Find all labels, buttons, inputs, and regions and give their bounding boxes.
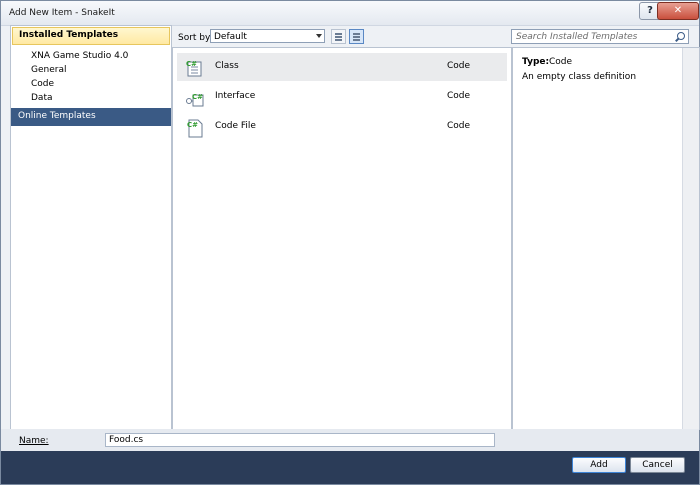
- sort-by-dropdown[interactable]: Default: [210, 29, 325, 43]
- svg-text:C#: C#: [192, 93, 203, 101]
- type-label: Type:: [522, 57, 550, 67]
- add-new-item-dialog: Add New Item - SnakeIt ? ✕ Installed Tem…: [0, 0, 700, 485]
- tree-item-data[interactable]: Data: [31, 92, 53, 105]
- template-language: Code: [447, 91, 471, 101]
- tree-item-code[interactable]: Code: [31, 78, 54, 91]
- csharp-class-icon: C#: [186, 60, 202, 77]
- type-value: Code: [549, 57, 573, 67]
- installed-templates-header[interactable]: Installed Templates: [12, 27, 170, 45]
- template-list: C# Class Code C# Interface Code C# Code …: [172, 47, 512, 430]
- template-language: Code: [447, 61, 471, 71]
- csharp-file-icon: C#: [187, 119, 203, 138]
- svg-text:C#: C#: [187, 121, 198, 129]
- template-name: Interface: [215, 91, 256, 101]
- template-description: An empty class definition: [522, 72, 637, 82]
- template-name: Code File: [215, 121, 256, 131]
- template-language: Code: [447, 121, 471, 131]
- sort-by-value: Default: [214, 32, 247, 42]
- search-input[interactable]: Search Installed Templates: [511, 29, 689, 44]
- online-templates-item[interactable]: Online Templates: [11, 108, 171, 126]
- chevron-down-icon: [316, 34, 322, 38]
- template-row-interface[interactable]: C# Interface Code: [177, 83, 507, 111]
- sort-by-label: Sort by:: [178, 33, 213, 43]
- window-title: Add New Item - SnakeIt: [9, 8, 115, 18]
- template-row-class[interactable]: C# Class Code: [177, 53, 507, 81]
- tree-item-general[interactable]: General: [31, 64, 66, 77]
- tree-item-xna[interactable]: XNA Game Studio 4.0: [31, 50, 128, 63]
- cancel-button[interactable]: Cancel: [630, 457, 685, 473]
- close-button[interactable]: ✕: [657, 2, 699, 20]
- svg-text:C#: C#: [186, 60, 197, 68]
- template-tree-pane: Installed Templates XNA Game Studio 4.0 …: [10, 25, 172, 430]
- template-details-pane: Type: Code An empty class definition: [512, 47, 700, 430]
- details-scrollbar[interactable]: [682, 48, 699, 429]
- list-view-button[interactable]: [349, 29, 364, 44]
- title-bar: Add New Item - SnakeIt ? ✕: [1, 1, 699, 26]
- template-row-code-file[interactable]: C# Code File Code: [177, 113, 507, 141]
- small-icons-view-button[interactable]: [331, 29, 346, 44]
- name-label: Name:: [19, 436, 49, 446]
- name-input[interactable]: Food.cs: [105, 433, 495, 447]
- search-icon[interactable]: [677, 32, 685, 40]
- csharp-interface-icon: C#: [186, 93, 204, 107]
- add-button[interactable]: Add: [572, 457, 626, 473]
- template-name: Class: [215, 61, 239, 71]
